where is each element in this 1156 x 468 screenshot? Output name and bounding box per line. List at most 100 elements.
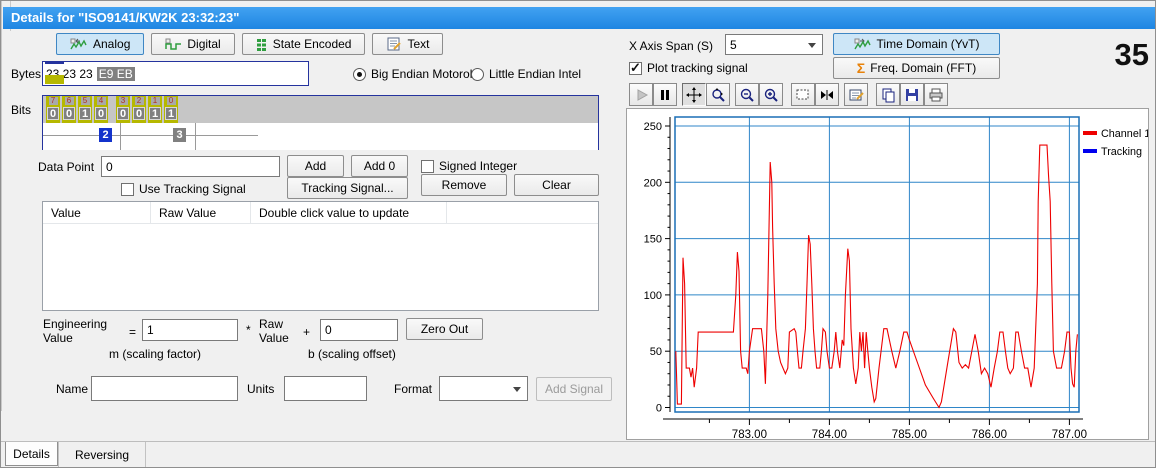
plot-panel: X Axis Span (S) 5 Time Domain (YvT) Σ Fr… (623, 31, 1155, 441)
zoom-out-button[interactable] (735, 83, 759, 106)
table-body-empty (43, 224, 598, 310)
radio-icon (353, 68, 366, 81)
raw-value-label: RawValue (259, 317, 289, 345)
signal-type-tabs: Analog Digital State Encoded Text (56, 33, 443, 55)
svg-text:0: 0 (656, 402, 662, 414)
checkbox-icon (421, 160, 434, 173)
svg-text:50: 50 (650, 346, 662, 358)
window-title[interactable]: Details for "ISO9141/KW2K 23:32:23" (3, 7, 1155, 29)
copy-icon (880, 87, 896, 103)
legend-label: Channel 1 (1101, 128, 1148, 140)
table-header[interactable]: Value (43, 202, 151, 223)
scaling-offset-input[interactable]: 0 (320, 319, 398, 341)
play-button[interactable] (629, 83, 653, 106)
freq-domain-button[interactable]: Σ Freq. Domain (FFT) (833, 57, 1000, 79)
zoom-select-button[interactable] (706, 83, 730, 106)
tab-details[interactable]: Details (5, 442, 58, 466)
bit-nibble-area: 2 3 (43, 123, 598, 150)
checkbox-icon (629, 62, 642, 75)
bottom-tab-bar: Details Reversing (1, 441, 1156, 467)
data-point-input[interactable]: 0 (101, 156, 280, 177)
bit-cell[interactable]: 70 (46, 96, 60, 123)
b-caption: b (scaling offset) (308, 347, 396, 361)
format-select[interactable] (439, 376, 528, 401)
format-label: Format (394, 382, 432, 396)
radio-label: Little Endian Intel (489, 67, 581, 81)
plot-toolbar (629, 83, 948, 106)
bytes-input[interactable]: 23 23 23 E9 EB (42, 61, 309, 86)
tab-label: Digital (187, 37, 220, 51)
bit-cell[interactable]: 01 (164, 96, 178, 123)
add-button[interactable]: Add (287, 155, 344, 177)
x-axis-span-select[interactable]: 5 (725, 34, 823, 55)
units-input[interactable] (284, 376, 367, 401)
clear-button[interactable]: Clear (514, 174, 599, 196)
properties-button[interactable] (844, 83, 868, 106)
zero-out-button[interactable]: Zero Out (406, 318, 483, 340)
chevron-down-icon (513, 387, 521, 392)
big-endian-radio[interactable]: Big Endian Motorola (353, 67, 479, 81)
add-signal-button[interactable]: Add Signal (536, 377, 612, 401)
signal-chart[interactable]: 050100150200250783.00784.00785.00786.007… (627, 109, 1148, 439)
box-zoom-icon (795, 87, 811, 103)
units-label: Units (247, 382, 274, 396)
sigma-icon: Σ (857, 60, 865, 76)
bit-strip: 70605140 30201101 (43, 96, 598, 123)
bits-panel[interactable]: 70605140 30201101 2 3 (42, 95, 599, 150)
nibble-hex-high[interactable]: 2 (99, 128, 112, 142)
copy-button[interactable] (876, 83, 900, 106)
signed-integer-checkbox[interactable]: Signed Integer (421, 159, 517, 173)
time-domain-button[interactable]: Time Domain (YvT) (833, 33, 1000, 55)
name-label: Name (56, 382, 88, 396)
table-header (447, 202, 598, 223)
plot-tracking-checkbox[interactable]: Plot tracking signal (629, 61, 748, 75)
nibble-hex-low[interactable]: 3 (173, 128, 186, 142)
tab-digital-button[interactable]: Digital (151, 33, 234, 55)
tab-label: Text (407, 37, 429, 51)
bit-cell[interactable]: 60 (62, 96, 76, 123)
tab-label: State Encoded (273, 37, 352, 51)
collapse-button[interactable] (815, 83, 839, 106)
bit-cell[interactable]: 30 (116, 96, 130, 123)
bit-cell[interactable]: 20 (132, 96, 146, 123)
box-zoom-button[interactable] (791, 83, 815, 106)
print-button[interactable] (924, 83, 948, 106)
zoom-in-button[interactable] (759, 83, 783, 106)
remove-button[interactable]: Remove (421, 174, 507, 196)
play-icon (633, 87, 649, 103)
table-header[interactable]: Double click value to update (251, 202, 447, 223)
state-encoded-icon (256, 38, 268, 51)
digital-waveform-icon (165, 38, 182, 51)
add-0-button[interactable]: Add 0 (351, 155, 408, 177)
m-caption: m (scaling factor) (109, 347, 201, 361)
selected-byte-topline (45, 62, 64, 64)
save-icon (904, 87, 920, 103)
name-input[interactable] (91, 376, 238, 401)
zoom-select-icon (710, 87, 726, 103)
pan-icon (686, 87, 702, 103)
pan-button[interactable] (682, 83, 706, 106)
tab-analog-button[interactable]: Analog (56, 33, 144, 55)
radio-icon (471, 68, 484, 81)
tab-reversing[interactable]: Reversing (58, 442, 146, 468)
bit-cell[interactable]: 40 (94, 96, 108, 123)
x-axis-span-label: X Axis Span (S) (629, 39, 713, 53)
use-tracking-signal-checkbox[interactable]: Use Tracking Signal (121, 182, 246, 196)
scaling-factor-input[interactable]: 1 (142, 319, 238, 341)
legend-label: Tracking (1101, 146, 1142, 158)
tab-text-button[interactable]: Text (372, 33, 443, 55)
tab-state-encoded-button[interactable]: State Encoded (242, 33, 366, 55)
table-header[interactable]: Raw Value (151, 202, 251, 223)
pause-button[interactable] (653, 83, 677, 106)
tracking-signal-button[interactable]: Tracking Signal... (287, 177, 408, 199)
save-button[interactable] (900, 83, 924, 106)
pause-icon (657, 87, 673, 103)
details-window: Details for "ISO9141/KW2K 23:32:23" Anal… (0, 0, 1156, 468)
zoom-in-icon (763, 87, 779, 103)
plus-sign: + (303, 325, 310, 339)
bit-cell[interactable]: 51 (78, 96, 92, 123)
bit-cell[interactable]: 11 (148, 96, 162, 123)
values-table[interactable]: Value Raw Value Double click value to up… (42, 201, 599, 311)
signal-details-panel: Analog Digital State Encoded Text (3, 31, 613, 437)
little-endian-radio[interactable]: Little Endian Intel (471, 67, 581, 81)
